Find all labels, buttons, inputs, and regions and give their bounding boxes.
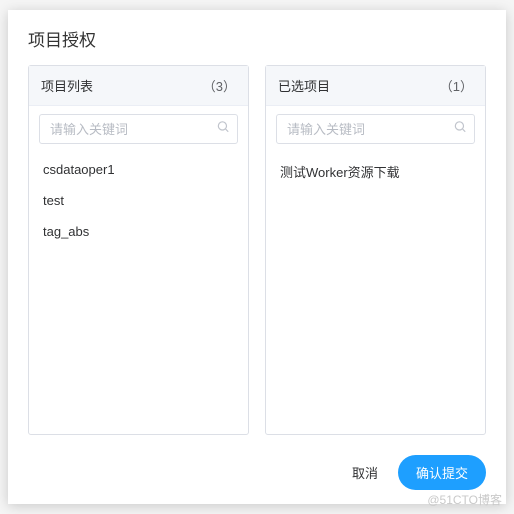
available-panel: 项目列表 （3） csdataoper1 test tag_abs xyxy=(28,65,249,435)
confirm-button[interactable]: 确认提交 xyxy=(398,455,486,490)
list-item[interactable]: test xyxy=(29,185,248,216)
available-search-wrap xyxy=(29,106,248,150)
selected-panel: 已选项目 （1） 测试Worker资源下载 xyxy=(265,65,486,435)
selected-panel-title: 已选项目 xyxy=(278,76,330,95)
modal-footer: 取消 确认提交 xyxy=(8,443,506,504)
selected-search-input[interactable] xyxy=(276,114,475,144)
available-panel-header: 项目列表 （3） xyxy=(29,66,248,106)
selected-list: 测试Worker资源下载 xyxy=(266,150,485,434)
modal-body: 项目列表 （3） csdataoper1 test tag_abs 已选项目 xyxy=(8,65,506,443)
selected-panel-count: （1） xyxy=(440,76,473,95)
available-panel-count: （3） xyxy=(203,76,236,95)
modal-title: 项目授权 xyxy=(8,10,506,65)
available-list: csdataoper1 test tag_abs xyxy=(29,150,248,434)
cancel-button[interactable]: 取消 xyxy=(346,455,384,490)
list-item[interactable]: 测试Worker资源下载 xyxy=(266,154,485,189)
available-panel-title: 项目列表 xyxy=(41,76,93,95)
selected-panel-header: 已选项目 （1） xyxy=(266,66,485,106)
selected-search-wrap xyxy=(266,106,485,150)
available-search-input[interactable] xyxy=(39,114,238,144)
list-item[interactable]: tag_abs xyxy=(29,216,248,247)
list-item[interactable]: csdataoper1 xyxy=(29,154,248,185)
project-auth-modal: 项目授权 项目列表 （3） csdataoper1 test tag_abs xyxy=(8,10,506,504)
